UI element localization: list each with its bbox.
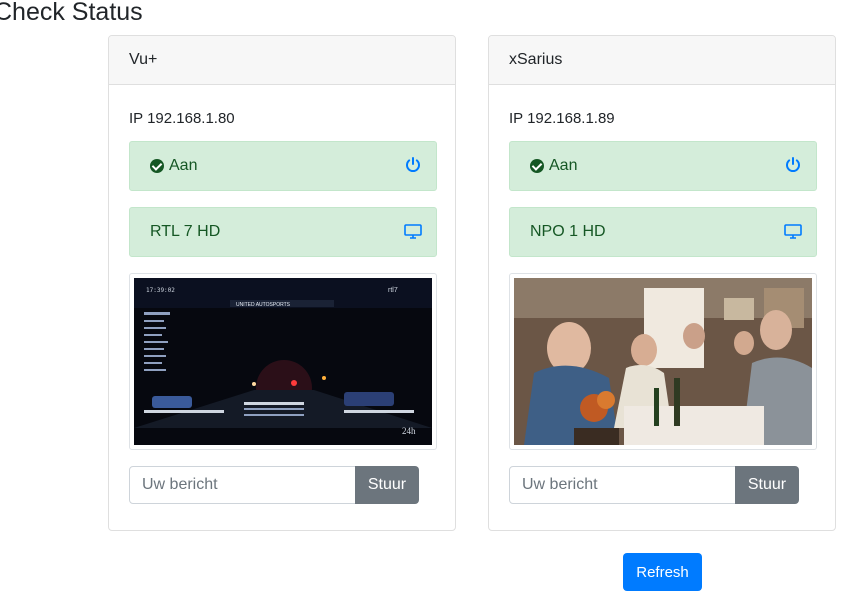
power-status-text: Aan [549, 157, 578, 174]
power-icon[interactable] [784, 156, 802, 174]
tv-screenshot: 17:39:02 rtl7 UNITED AUTOSPORTS 24h [129, 273, 437, 450]
device-name: Vu+ [109, 36, 455, 85]
tv-screenshot [509, 273, 817, 450]
page-title: Check Status [0, 0, 143, 26]
device-ip: IP 192.168.1.89 [509, 110, 615, 127]
screenshot-logo: rtl7 [388, 287, 398, 294]
message-input[interactable] [129, 466, 356, 504]
channel-alert: RTL 7 HD [129, 207, 437, 257]
device-card-xsarius: xSarius IP 192.168.1.89 Aan NPO 1 HD Uw … [488, 35, 836, 531]
screenshot-corner-logo: 24h [402, 426, 416, 436]
monitor-icon[interactable] [784, 222, 802, 240]
tv-screenshot-image: 17:39:02 rtl7 UNITED AUTOSPORTS 24h [134, 278, 432, 445]
device-name: xSarius [489, 36, 835, 85]
device-ip: IP 192.168.1.80 [129, 110, 235, 127]
power-status-alert: Aan [129, 141, 437, 191]
refresh-button[interactable]: Refresh [623, 553, 702, 591]
screenshot-title: UNITED AUTOSPORTS [236, 302, 291, 308]
send-button[interactable]: Stuur [355, 466, 419, 504]
send-button[interactable]: Stuur [735, 466, 799, 504]
message-input[interactable] [509, 466, 736, 504]
channel-name: NPO 1 HD [530, 223, 606, 240]
channel-name: RTL 7 HD [150, 223, 221, 240]
power-icon[interactable] [404, 156, 422, 174]
check-circle-icon [530, 159, 544, 173]
device-card-vu: Vu+ IP 192.168.1.80 Aan RTL 7 HD 17:39:0… [108, 35, 456, 531]
channel-alert: NPO 1 HD [509, 207, 817, 257]
power-status-text: Aan [169, 157, 198, 174]
check-circle-icon [150, 159, 164, 173]
monitor-icon[interactable] [404, 222, 422, 240]
tv-screenshot-image [514, 278, 812, 445]
power-status-alert: Aan [509, 141, 817, 191]
screenshot-clock: 17:39:02 [146, 287, 175, 294]
